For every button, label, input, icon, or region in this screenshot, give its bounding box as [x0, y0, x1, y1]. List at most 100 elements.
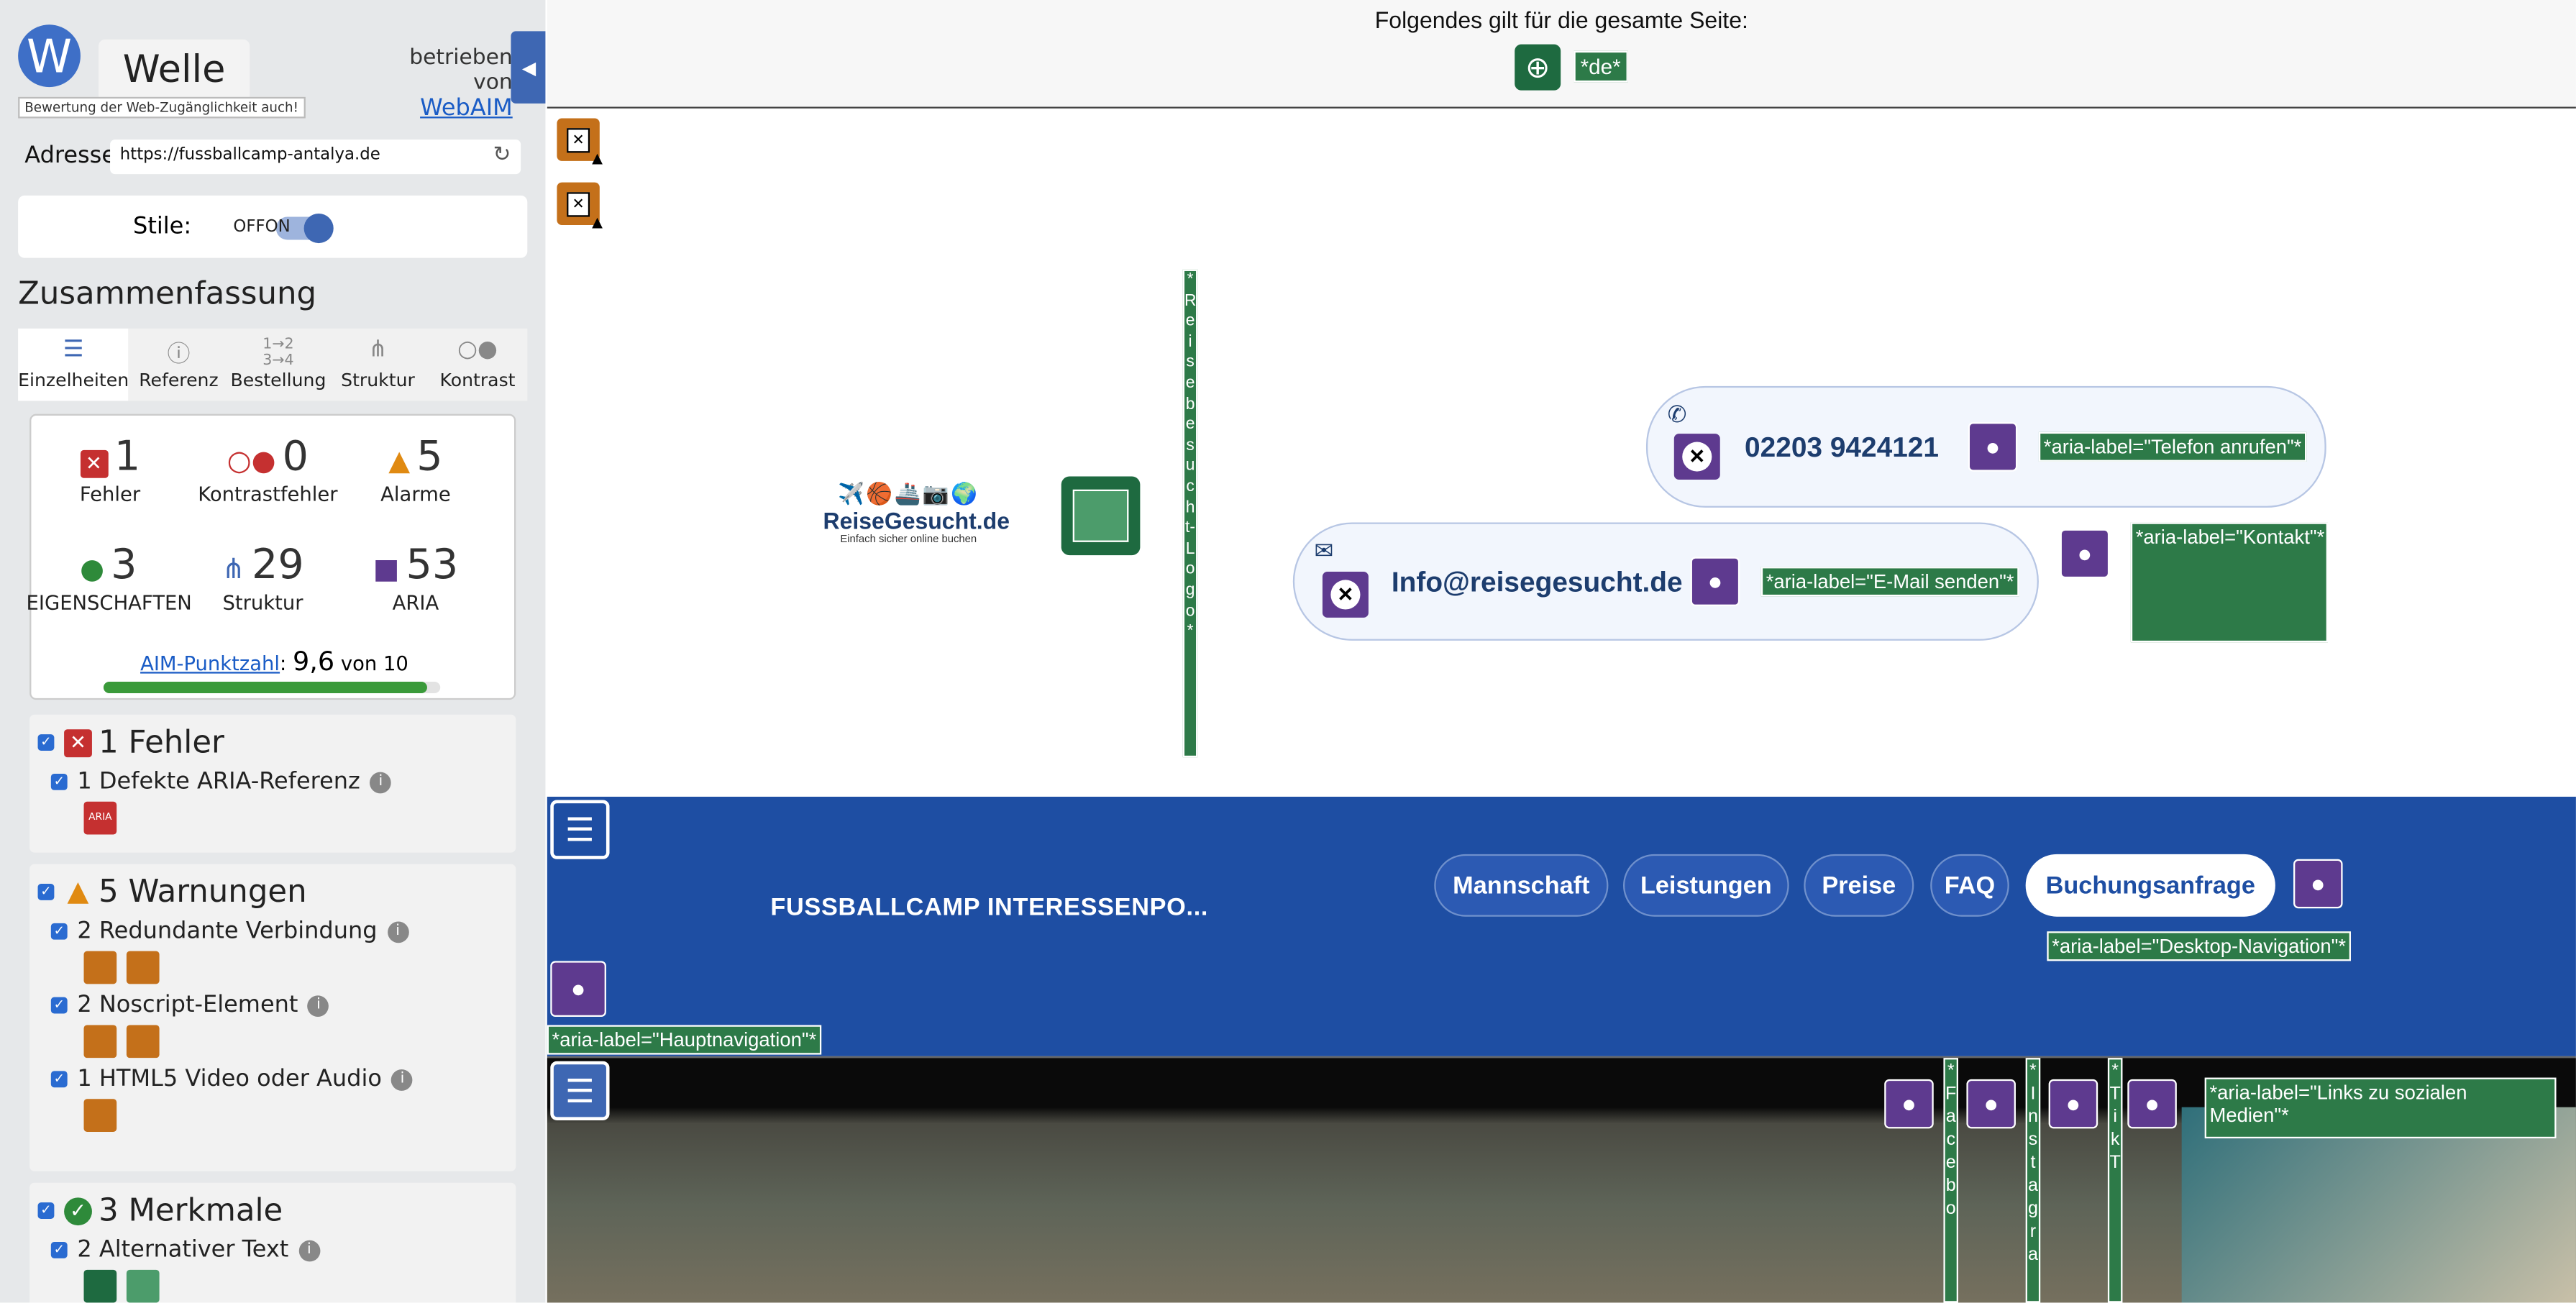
tab-contrast[interactable]: ○● Kontrast [428, 329, 528, 401]
aria-tag-icon[interactable]: ● [2293, 859, 2343, 909]
aria-tag-icon[interactable]: ● [550, 961, 606, 1018]
wave-tagline: Bewertung der Web-Zugänglichkeit auch! [18, 96, 306, 119]
item-checkbox[interactable]: ✓ [50, 773, 68, 790]
webaim-link[interactable]: WebAIM [381, 95, 513, 122]
site-header: ☰ FUSSBALLCAMP INTERESSENPO... Mannschaf… [547, 796, 2576, 1056]
tab-label: Einzelheiten [18, 369, 129, 391]
menu-icon[interactable]: ☰ [550, 800, 610, 859]
stat-label: Alarme [380, 483, 451, 506]
phone-icon: ✆ [1667, 401, 1687, 427]
mail-icon: ✉ [1314, 536, 1334, 564]
nav-faq[interactable]: FAQ [1930, 854, 2009, 917]
order-icon: 1→2 3→4 [262, 337, 294, 370]
stat-count: 3 [111, 540, 137, 588]
wave-title: Welle [99, 39, 250, 102]
item-checkbox[interactable]: ✓ [50, 1071, 68, 1088]
phone-aria-label: *aria-label="Telefon anrufen"* [2038, 431, 2307, 462]
features-checkbox[interactable]: ✓ [37, 1202, 55, 1220]
aria-tag-icon[interactable]: ● [2048, 1079, 2098, 1129]
styles-toggle-card: Stile: OFFON [18, 195, 528, 258]
aria-tag-icon[interactable]: ● [1968, 422, 2018, 472]
item-checkbox[interactable]: ✓ [50, 1242, 68, 1258]
toggle-knob[interactable] [303, 213, 334, 244]
noscript-icon[interactable] [83, 1025, 117, 1059]
aria-tag-icon[interactable]: ● [1690, 557, 1740, 606]
broken-aria-icon[interactable]: ✕ [1673, 434, 1720, 480]
nav-buchungsanfrage[interactable]: Buchungsanfrage [2025, 854, 2275, 917]
styles-toggle[interactable]: OFFON [217, 213, 335, 244]
errors-checkbox[interactable]: ✓ [37, 734, 55, 751]
aria-tag-icon[interactable]: ● [2127, 1079, 2177, 1129]
nav-preise[interactable]: Preise [1804, 854, 1914, 917]
tab-label: Bestellung [230, 369, 326, 391]
tab-structure[interactable]: ⋔ Struktur [328, 329, 428, 401]
toggle-on-label: ON [265, 218, 291, 237]
aria-tag-icon[interactable]: ● [1966, 1079, 2016, 1129]
broken-aria-icon[interactable]: ✕ [1322, 571, 1369, 618]
list-icon: ☰ [63, 337, 84, 363]
info-icon[interactable]: i [391, 1069, 414, 1090]
redundant-link-icon[interactable] [83, 951, 117, 984]
aim-score-bar [103, 682, 441, 694]
nav-mannschaft[interactable]: Mannschaft [1434, 854, 1609, 917]
tab-label: Kontrast [439, 369, 516, 391]
features-section: ✓ ✓ 3 Merkmale ✓ 2 Alternativer Text i [29, 1182, 516, 1303]
email-address: Info@reisegesucht.de [1391, 567, 1683, 598]
site-brand[interactable]: FUSSBALLCAMP INTERESSENPO... [770, 894, 1208, 922]
alt-text-icon[interactable] [126, 1269, 160, 1303]
tab-details[interactable]: ☰ Einzelheiten [18, 328, 129, 401]
contact-aria-label: *aria-label="Kontakt"* [2130, 522, 2328, 643]
phone-number: 02203 9424121 [1745, 431, 1940, 464]
info-icon[interactable]: i [370, 771, 392, 793]
nav-leistungen[interactable]: Leistungen [1622, 854, 1789, 917]
aim-score-link[interactable]: AIM-Punktzahl [140, 652, 280, 675]
panel-tabs: ☰ Einzelheiten ⓘ Referenz 1→2 3→4 Bestellung… [18, 328, 528, 401]
evaluated-page: Folgendes gilt für die gesamte Seite: ⊕ … [547, 0, 2576, 1303]
info-icon[interactable]: i [298, 1239, 320, 1261]
aria-tag-icon[interactable]: ● [1884, 1079, 1934, 1129]
structure-icon: ⋔ [368, 337, 388, 363]
stat-count: 5 [416, 431, 443, 480]
alt-text-icon[interactable] [83, 1269, 117, 1303]
toggle-off-label: OFF [233, 218, 265, 237]
powered-by: betrieben von WebAIM [381, 46, 513, 122]
redundant-link-icon[interactable] [126, 951, 160, 984]
noscript-icon[interactable]: ✕ ▲ [557, 118, 606, 169]
page-level-bar: Folgendes gilt für die gesamte Seite: ⊕ … [547, 0, 2576, 109]
info-icon[interactable]: i [308, 995, 329, 1016]
facebook-alt-label: *Facebo [1943, 1058, 1959, 1303]
collapse-sidebar-button[interactable]: ◀ [511, 31, 546, 104]
reload-icon[interactable]: ↻ [493, 143, 511, 168]
desktop-nav-aria-label: *aria-label="Desktop-Navigation"* [2047, 931, 2351, 961]
alt-text-image-icon[interactable] [1061, 476, 1141, 556]
stat-count: 0 [282, 431, 309, 480]
item-label: 2 Noscript-Element [77, 992, 298, 1019]
broken-aria-icon[interactable]: ARIA [83, 801, 117, 835]
aria-tag-icon[interactable]: ● [2060, 529, 2110, 579]
info-icon[interactable]: i [387, 920, 408, 943]
item-checkbox[interactable]: ✓ [50, 997, 68, 1014]
stat-label: Kontrastfehler [198, 483, 338, 506]
address-input[interactable]: https://fussballcamp-antalya.de ↻ [110, 140, 521, 175]
tab-order[interactable]: 1→2 3→4 Bestellung [229, 329, 329, 401]
wave-logo[interactable]: W [18, 24, 81, 88]
tab-reference[interactable]: ⓘ Referenz [129, 329, 229, 401]
noscript-icon[interactable] [126, 1025, 160, 1059]
site-logo[interactable]: ✈️🏀🚢📷🌍 ReiseGesucht.de Einfach sicher on… [823, 481, 1010, 545]
section-title: 3 Merkmale [99, 1192, 283, 1229]
errors-section: ✓ ✕ 1 Fehler ✓ 1 Defekte ARIA-Referenz i ARI… [29, 714, 516, 853]
main-nav-aria-label: *aria-label="Hauptnavigation"* [547, 1025, 822, 1055]
email-aria-label: *aria-label="E-Mail senden"* [1760, 567, 2019, 597]
stat-structure: ⋔ 29 Struktur [184, 541, 342, 615]
item-label: 1 Defekte ARIA-Referenz [77, 769, 360, 795]
warnings-checkbox[interactable]: ✓ [37, 884, 55, 900]
instagram-alt-label: *Instagra [2025, 1058, 2041, 1303]
noscript-icon[interactable]: ✕ ▲ [557, 182, 606, 233]
stat-errors: ✕ 1 Fehler [31, 432, 188, 506]
video-icon[interactable] [83, 1099, 117, 1132]
aim-score-fill [103, 682, 427, 694]
language-icon[interactable]: ⊕ [1515, 44, 1561, 91]
aim-score-value: 9,6 [293, 645, 335, 677]
menu-icon[interactable]: ☰ [550, 1061, 610, 1120]
item-checkbox[interactable]: ✓ [50, 923, 68, 940]
